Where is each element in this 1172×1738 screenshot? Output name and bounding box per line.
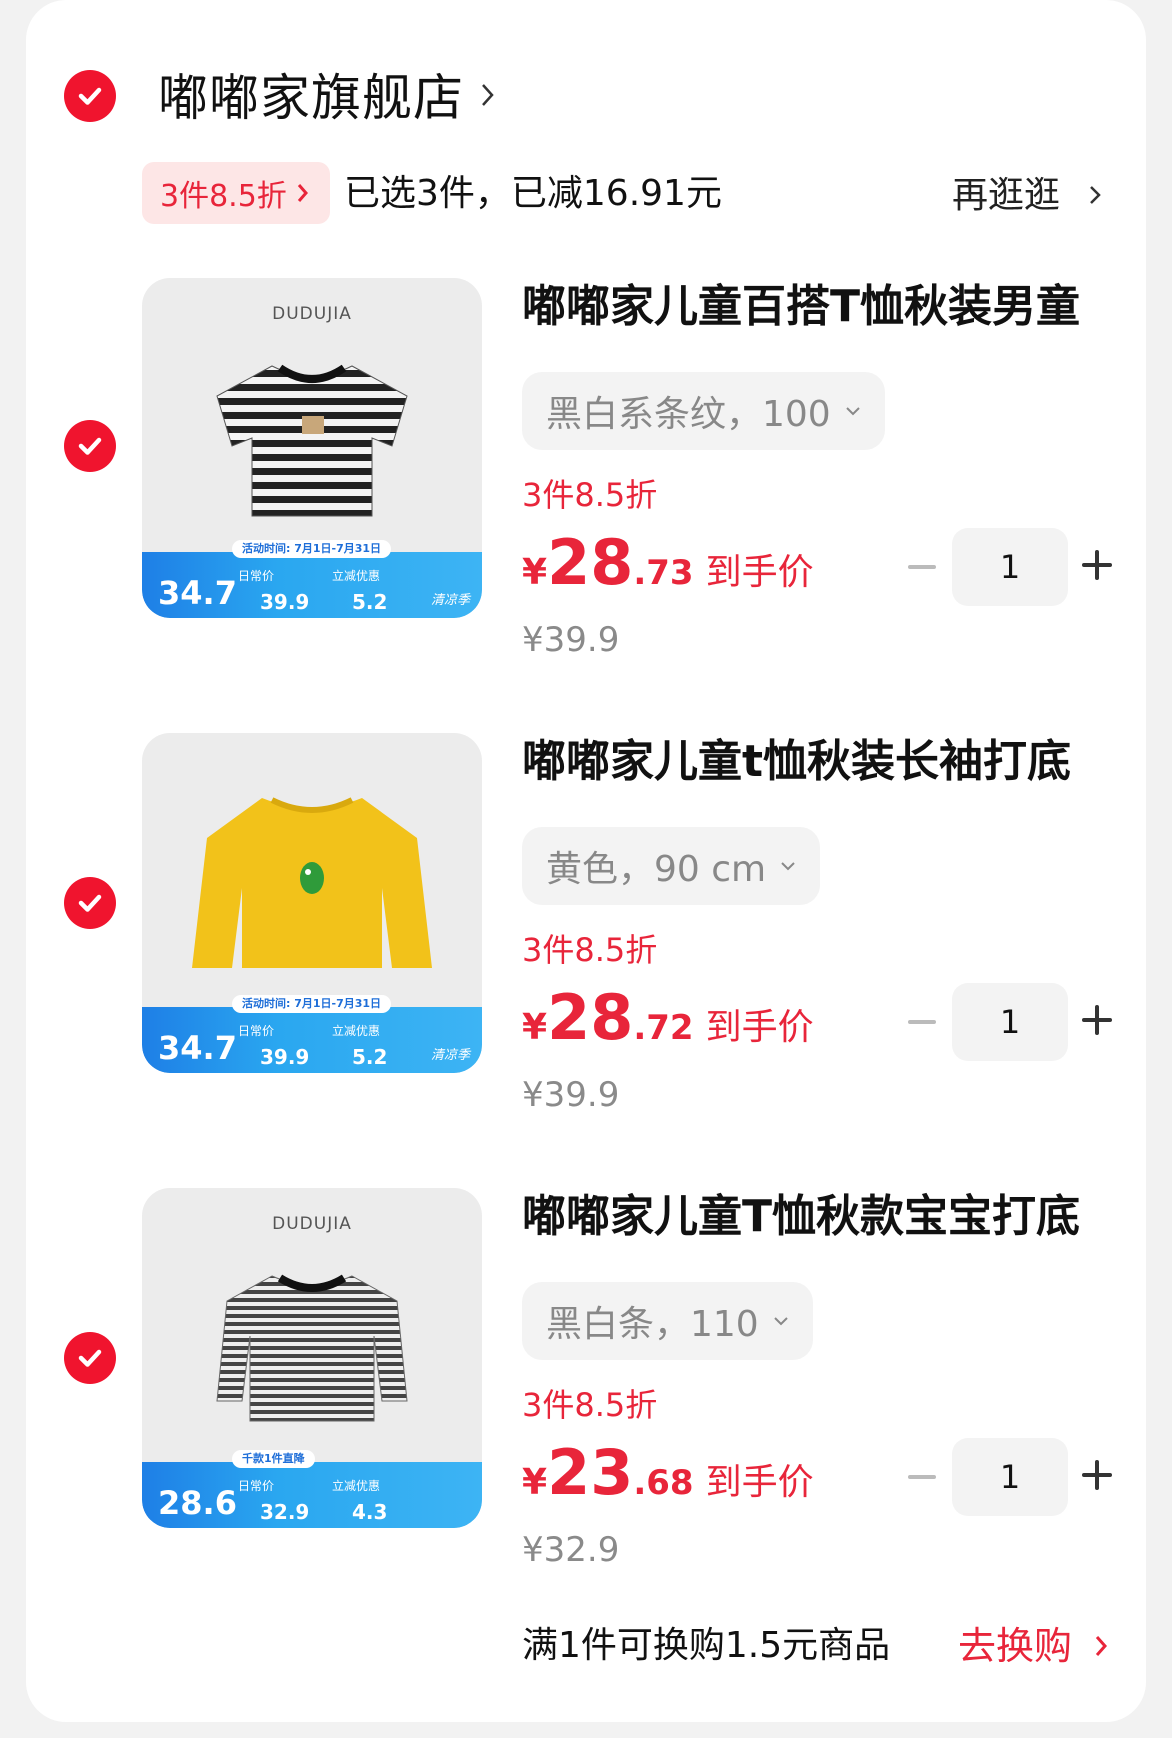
brand-logo: DUDUJIA [272, 304, 352, 324]
final-price: ¥28.72 到手价 [522, 983, 814, 1069]
quantity-input[interactable]: 1 [952, 528, 1068, 606]
check-icon [78, 1349, 102, 1367]
striped-longsleeve-image [216, 1274, 408, 1422]
cart-item: DUDUJIA 千款1件直降 28.6 日常价 32.9 立减优惠 4.3 嘟嘟… [0, 1188, 1172, 1628]
price-currency: ¥ [522, 1007, 548, 1048]
banner-regular-price: 32.9 [260, 1500, 310, 1524]
price-integer: 28 [547, 526, 634, 599]
promo-banner: 千款1件直降 28.6 日常价 32.9 立减优惠 4.3 [142, 1450, 482, 1528]
item-select-checkbox[interactable] [64, 877, 116, 929]
chevron-right-icon[interactable] [1094, 1634, 1108, 1658]
item-select-checkbox[interactable] [64, 420, 116, 472]
banner-saving-label: 立减优惠 [332, 1024, 381, 1038]
quantity-stepper: 1 [908, 1438, 1112, 1516]
banner-regular-label: 日常价 [238, 1024, 275, 1038]
promo-tag[interactable]: 3件8.5折 [142, 162, 330, 224]
brand-logo: DUDUJIA [272, 1214, 352, 1234]
original-price: ¥39.9 [522, 1075, 620, 1115]
shop-select-checkbox[interactable] [64, 70, 116, 122]
banner-saving: 5.2 [352, 1045, 388, 1069]
product-image[interactable]: 活动时间: 7月1日-7月31日 34.7 日常价 39.9 立减优惠 5.2 … [142, 733, 482, 1073]
final-price: ¥23.68 到手价 [522, 1438, 814, 1524]
banner-badge: 清凉季 [430, 593, 470, 608]
variant-label: 黄色，90 cm [546, 849, 767, 890]
quantity-stepper: 1 [908, 983, 1112, 1061]
product-title[interactable]: 嘟嘟家儿童T恤秋款宝宝打底 [522, 1188, 1080, 1246]
banner-regular-price: 39.9 [260, 590, 310, 614]
chevron-down-icon [774, 1317, 788, 1326]
price-label: 到手价 [705, 1007, 814, 1048]
yellow-longsleeve-image [192, 797, 432, 968]
increase-button[interactable] [1082, 550, 1112, 580]
increase-button[interactable] [1082, 1460, 1112, 1490]
check-icon [78, 894, 102, 912]
discount-label: 3件8.5折 [522, 931, 658, 969]
banner-est-price: 34.7 [158, 1029, 237, 1067]
price-label: 到手价 [705, 552, 814, 593]
increase-button[interactable] [1082, 1005, 1112, 1035]
banner-saving: 5.2 [352, 590, 388, 614]
product-image[interactable]: DUDUJIA 千款1件直降 28.6 日常价 32.9 立减优惠 4.3 [142, 1188, 482, 1528]
price-decimal: .73 [633, 553, 694, 593]
price-integer: 28 [547, 981, 634, 1054]
decrease-button[interactable] [908, 1011, 936, 1033]
variant-label: 黑白系条纹，100 [546, 394, 831, 435]
chevron-right-icon[interactable] [1088, 184, 1102, 206]
check-icon [78, 437, 102, 455]
banner-saving-label: 立减优惠 [332, 569, 381, 583]
banner-saving: 4.3 [352, 1500, 388, 1524]
exchange-link[interactable]: 去换购 [958, 1622, 1072, 1670]
variant-selector[interactable]: 黑白系条纹，100 [522, 372, 885, 450]
promo-tag-label: 3件8.5折 [160, 179, 287, 214]
chevron-right-icon[interactable] [480, 82, 496, 108]
item-select-checkbox[interactable] [64, 1332, 116, 1384]
shop-name[interactable]: 嘟嘟家旗舰店 [158, 66, 464, 130]
product-title[interactable]: 嘟嘟家儿童t恤秋装长袖打底 [522, 733, 1071, 791]
quantity-input[interactable]: 1 [952, 983, 1068, 1061]
product-image[interactable]: DUDUJIA 活动时间: 7月1日-7月31日 34.7 日常价 39.9 立… [142, 278, 482, 618]
discount-label: 3件8.5折 [522, 1386, 658, 1424]
chevron-down-icon [781, 862, 795, 871]
banner-saving-label: 立减优惠 [332, 1479, 381, 1493]
banner-regular-label: 日常价 [238, 569, 275, 583]
original-price: ¥39.9 [522, 620, 620, 660]
promo-banner: 活动时间: 7月1日-7月31日 34.7 日常价 39.9 立减优惠 5.2 … [142, 540, 482, 618]
cart-item: DUDUJIA 活动时间: 7月1日-7月31日 34.7 日常价 39.9 立… [0, 278, 1172, 718]
striped-tshirt-image [216, 364, 408, 517]
promo-summary: 已选3件，已减16.91元 [344, 173, 722, 214]
variant-label: 黑白条，110 [546, 1304, 759, 1345]
banner-period: 千款1件直降 [232, 1450, 315, 1468]
price-decimal: .68 [633, 1463, 694, 1503]
price-currency: ¥ [522, 1462, 548, 1503]
price-decimal: .72 [633, 1008, 694, 1048]
banner-regular-price: 39.9 [260, 1045, 310, 1069]
browse-more-link[interactable]: 再逛逛 [952, 172, 1060, 220]
check-icon [78, 87, 102, 105]
chevron-down-icon [846, 407, 860, 416]
discount-label: 3件8.5折 [522, 476, 658, 514]
banner-badge: 清凉季 [430, 1048, 470, 1063]
price-label: 到手价 [705, 1462, 814, 1503]
banner-est-price: 28.6 [158, 1484, 237, 1522]
banner-period: 活动时间: 7月1日-7月31日 [232, 995, 392, 1013]
quantity-stepper: 1 [908, 528, 1112, 606]
banner-period: 活动时间: 7月1日-7月31日 [232, 540, 392, 558]
final-price: ¥28.73 到手价 [522, 528, 814, 614]
price-integer: 23 [547, 1436, 634, 1509]
original-price: ¥32.9 [522, 1530, 620, 1570]
banner-est-price: 34.7 [158, 574, 237, 612]
price-currency: ¥ [522, 552, 548, 593]
product-title[interactable]: 嘟嘟家儿童百搭T恤秋装男童 [522, 278, 1080, 336]
exchange-offer-text: 满1件可换购1.5元商品 [522, 1625, 891, 1666]
cart-item: 活动时间: 7月1日-7月31日 34.7 日常价 39.9 立减优惠 5.2 … [0, 733, 1172, 1173]
chevron-right-icon [297, 184, 308, 202]
quantity-input[interactable]: 1 [952, 1438, 1068, 1516]
variant-selector[interactable]: 黑白条，110 [522, 1282, 813, 1360]
promo-banner: 活动时间: 7月1日-7月31日 34.7 日常价 39.9 立减优惠 5.2 … [142, 995, 482, 1073]
decrease-button[interactable] [908, 556, 936, 578]
variant-selector[interactable]: 黄色，90 cm [522, 827, 821, 905]
banner-regular-label: 日常价 [238, 1479, 275, 1493]
decrease-button[interactable] [908, 1466, 936, 1488]
